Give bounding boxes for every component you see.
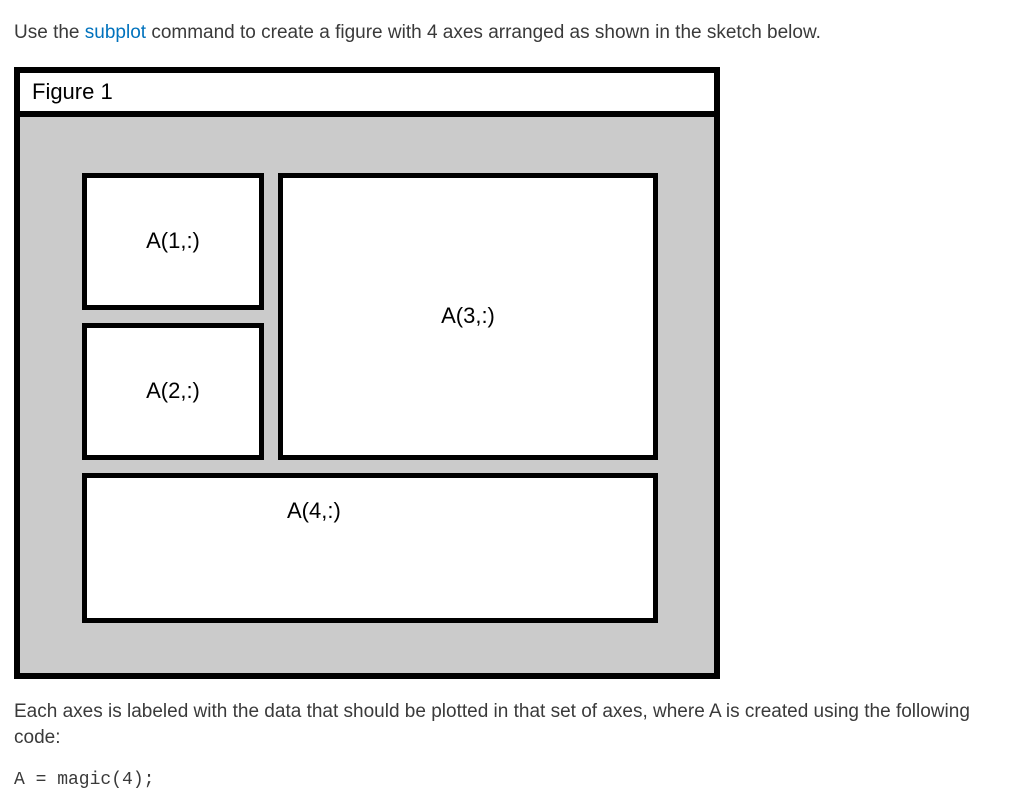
axes-2: A(2,:) [82, 323, 264, 460]
axes-3: A(3,:) [278, 173, 658, 460]
axes-3-label: A(3,:) [441, 303, 495, 329]
axes-2-label: A(2,:) [146, 378, 200, 404]
figure-titlebar: Figure 1 [20, 73, 714, 117]
axes-4-label: A(4,:) [287, 498, 341, 524]
axes-4: A(4,:) [82, 473, 658, 623]
subplot-link[interactable]: subplot [85, 22, 146, 43]
instruction-text: Use the subplot command to create a figu… [14, 20, 1020, 47]
instruction-middle: command to create a figure with 4 axes a… [146, 22, 821, 43]
code-block: A = magic(4); [14, 770, 1020, 790]
caption-text: Each axes is labeled with the data that … [14, 699, 1020, 752]
figure-window: Figure 1 A(1,:) A(2,:) A(3,:) A(4,:) [14, 67, 720, 679]
figure-title: Figure 1 [32, 79, 113, 104]
axes-1-label: A(1,:) [146, 228, 200, 254]
instruction-prefix: Use the [14, 22, 85, 43]
figure-body: A(1,:) A(2,:) A(3,:) A(4,:) [20, 117, 714, 673]
axes-1: A(1,:) [82, 173, 264, 310]
